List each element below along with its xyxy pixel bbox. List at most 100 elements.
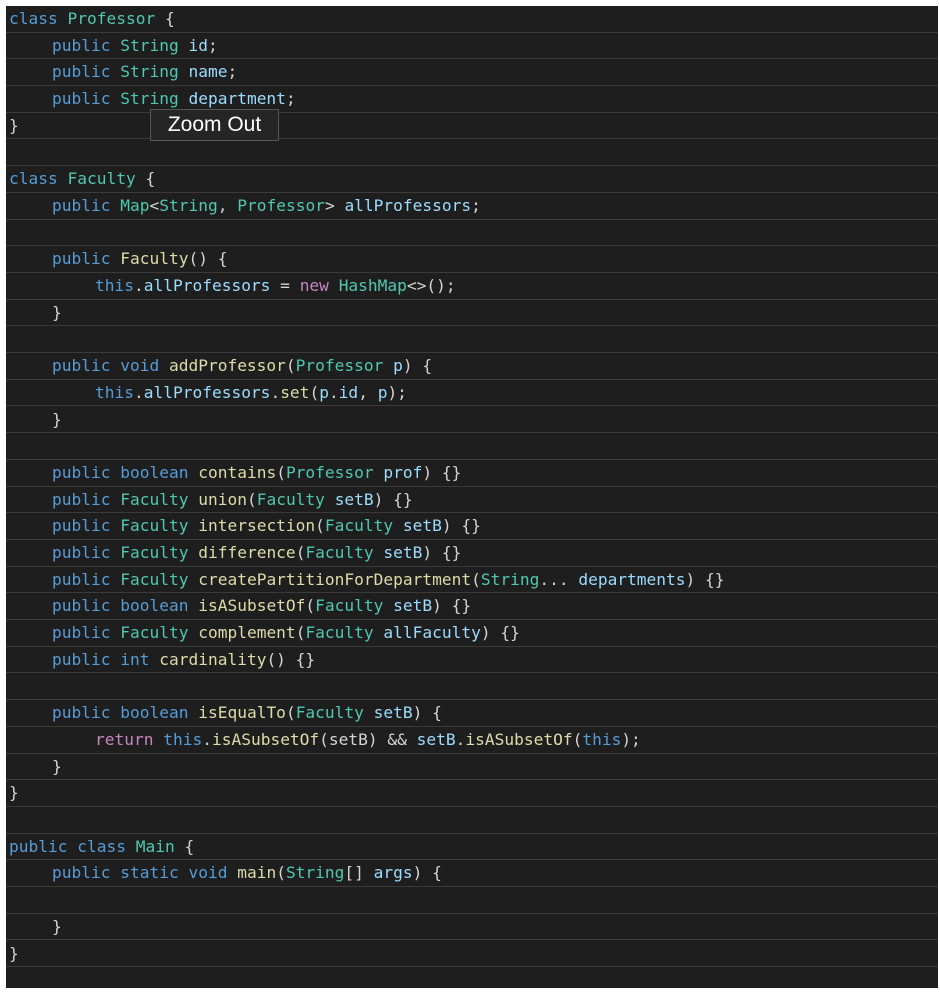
code-line[interactable]: public static void main(String[] args) { <box>6 860 938 888</box>
code-line[interactable] <box>6 433 938 460</box>
code-token: (setB) && <box>319 729 417 749</box>
code-line[interactable] <box>6 674 938 701</box>
code-token: public <box>52 596 111 616</box>
zoom-out-tooltip: Zoom Out <box>150 109 279 141</box>
code-line[interactable]: public String name; <box>6 59 938 87</box>
code-line[interactable]: class Faculty { <box>6 166 938 193</box>
code-line[interactable]: public int cardinality() {} <box>6 647 938 674</box>
code-line[interactable]: } <box>6 914 938 941</box>
code-line[interactable]: } <box>6 113 938 140</box>
code-line[interactable]: public String id; <box>6 33 938 60</box>
code-token: Map <box>120 195 150 215</box>
code-line[interactable]: this.allProfessors = new HashMap<>(); <box>6 273 938 300</box>
code-line[interactable]: } <box>6 300 938 327</box>
code-line[interactable]: return this.isASubsetOf(setB) && setB.is… <box>6 727 938 754</box>
code-token: Faculty <box>120 623 189 643</box>
code-token: String <box>285 863 345 883</box>
code-token: public <box>52 35 111 55</box>
code-line[interactable]: public Faculty union(Faculty setB) {} <box>6 487 938 514</box>
code-line[interactable] <box>6 140 938 167</box>
code-editor[interactable]: class Professor {public String id; public… <box>6 6 938 988</box>
code-token: Faculty <box>120 249 189 269</box>
code-token: setB <box>393 596 433 616</box>
code-line[interactable]: public Faculty difference(Faculty setB) … <box>6 540 938 567</box>
code-token: p <box>319 382 329 402</box>
code-token: contains <box>198 462 277 482</box>
code-token: ( <box>572 729 583 749</box>
code-token: ) {} <box>432 596 472 616</box>
code-token: Professor <box>67 9 156 28</box>
code-line[interactable]: this.allProfessors.set(p.id, p); <box>6 380 938 407</box>
code-line[interactable]: public Map<String, Professor> allProfess… <box>6 193 938 220</box>
code-token: class <box>77 836 126 856</box>
code-line[interactable]: public Faculty() { <box>6 246 938 273</box>
code-token: allProfessors <box>143 382 271 402</box>
code-line[interactable]: public boolean isASubsetOf(Faculty setB)… <box>6 593 938 621</box>
code-token: } <box>52 916 62 936</box>
code-line[interactable]: public boolean contains(Professor prof) … <box>6 460 938 487</box>
code-token: Faculty <box>305 543 374 562</box>
code-line[interactable] <box>6 807 938 834</box>
code-token: HashMap <box>338 276 407 295</box>
code-line[interactable] <box>6 967 938 988</box>
code-line[interactable]: } <box>6 754 938 781</box>
code-token: , <box>217 195 238 215</box>
code-line[interactable]: public class Main { <box>6 834 938 861</box>
code-line[interactable]: public String department; <box>6 86 938 113</box>
code-token: } <box>9 783 19 803</box>
code-token: . <box>455 729 466 749</box>
code-line[interactable]: class Professor { <box>6 6 938 33</box>
code-line[interactable]: public Faculty intersection(Faculty setB… <box>6 513 938 540</box>
code-line[interactable]: public void addProfessor(Professor p) { <box>6 353 938 380</box>
code-token: intersection <box>198 516 316 536</box>
code-line[interactable]: public Faculty complement(Faculty allFac… <box>6 620 938 647</box>
code-token: allProfessors <box>143 276 271 295</box>
code-token: () {} <box>266 649 316 669</box>
code-token: () { <box>188 249 228 269</box>
code-token: public <box>52 356 111 376</box>
code-token: allProfessors <box>344 195 472 215</box>
code-token: public <box>52 516 111 536</box>
code-line[interactable]: } <box>6 407 938 434</box>
code-token: ) { <box>412 863 442 883</box>
code-line[interactable] <box>6 220 938 247</box>
code-line[interactable]: public boolean isEqualTo(Faculty setB) { <box>6 700 938 727</box>
code-token: Faculty <box>315 596 384 616</box>
code-line[interactable]: } <box>6 780 938 807</box>
code-token: boolean <box>120 596 189 616</box>
code-token: isASubsetOf <box>198 596 306 616</box>
code-token: } <box>52 302 62 322</box>
code-token: ( <box>285 703 296 723</box>
code-token: String <box>120 89 179 109</box>
code-token: Professor <box>295 356 384 376</box>
code-line[interactable]: } <box>6 941 938 968</box>
code-token: ) {} <box>441 516 481 536</box>
code-line[interactable] <box>6 887 938 914</box>
code-token: ) {} <box>422 543 462 562</box>
code-token: String <box>159 195 218 215</box>
code-line[interactable] <box>6 326 938 354</box>
code-token: isASubsetOf <box>211 729 320 749</box>
code-token: class <box>9 9 58 28</box>
code-token: new <box>299 276 329 295</box>
code-token: < <box>149 195 160 215</box>
code-token: isEqualTo <box>198 703 286 723</box>
code-token: Faculty <box>324 516 394 536</box>
code-line[interactable]: public Faculty createPartitionForDepartm… <box>6 567 938 594</box>
code-token: p <box>377 382 388 402</box>
tooltip-label: Zoom Out <box>167 113 262 136</box>
code-token: this <box>95 382 134 402</box>
code-token: ; <box>471 195 481 215</box>
code-token: this <box>582 729 622 749</box>
